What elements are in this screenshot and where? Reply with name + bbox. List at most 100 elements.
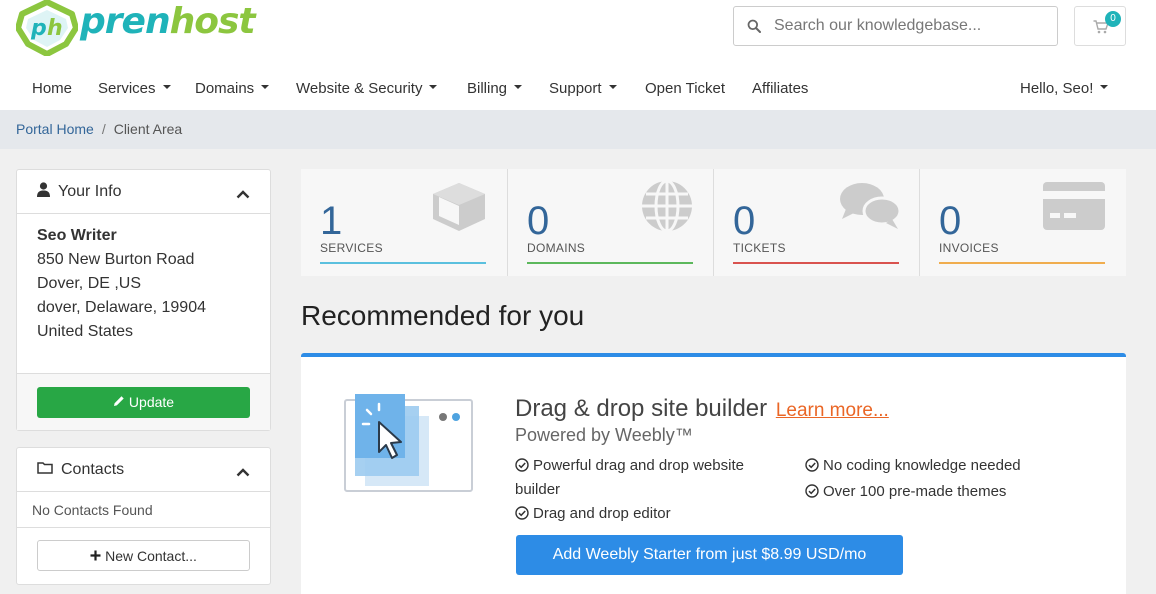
- client-name: Seo Writer: [37, 227, 117, 244]
- update-label: Update: [128, 394, 175, 410]
- product-title: Drag & drop site builder: [515, 395, 768, 422]
- your-info-panel: Your Info Seo Writer 850 New Burton Road…: [16, 169, 271, 431]
- user-menu[interactable]: Hello, Seo!: [1020, 70, 1109, 110]
- brand-name: prenhost: [80, 0, 256, 42]
- brand-logo[interactable]: p h prenhost: [15, 0, 266, 57]
- new-contact-label: New Contact...: [105, 547, 197, 564]
- feature-text: No coding knowledge needed: [823, 457, 1021, 474]
- services-count: 1: [320, 199, 343, 243]
- domains-count: 0: [527, 199, 550, 243]
- brand-name-part2: host: [169, 0, 256, 42]
- cube-icon: [431, 181, 487, 238]
- invoices-count: 0: [939, 199, 962, 243]
- address-line-2: Dover, DE ,US: [37, 275, 142, 292]
- domains-underline: [527, 262, 693, 264]
- search-input[interactable]: [774, 17, 1044, 35]
- feature-item: No coding knowledge needed: [805, 455, 1021, 479]
- nav-label: Support: [549, 80, 602, 97]
- site-header: p h prenhost 0: [0, 0, 1156, 70]
- search-icon[interactable]: [734, 7, 774, 45]
- chevron-up-icon[interactable]: [236, 464, 250, 482]
- contacts-panel: Contacts No Contacts Found New Contact..…: [16, 447, 271, 585]
- tickets-underline: [733, 262, 899, 264]
- pencil-icon: [113, 394, 125, 410]
- check-circle-icon: [515, 457, 529, 479]
- nav-home[interactable]: Home: [32, 70, 72, 110]
- svg-text:h: h: [47, 16, 63, 41]
- contacts-header[interactable]: Contacts: [17, 448, 270, 492]
- update-button[interactable]: Update: [37, 386, 250, 418]
- nav-domains[interactable]: Domains: [195, 70, 270, 110]
- tickets-count: 0: [733, 199, 756, 243]
- nav-label: Website & Security: [296, 80, 423, 97]
- services-label: SERVICES: [320, 241, 383, 255]
- your-info-body: Seo Writer 850 New Burton Road Dover, DE…: [17, 214, 270, 354]
- address-line-1: 850 New Burton Road: [37, 251, 195, 268]
- breadcrumb: Portal Home / Client Area: [0, 110, 1156, 149]
- site-builder-illustration-icon: [343, 392, 475, 499]
- nav-billing[interactable]: Billing: [467, 70, 523, 110]
- cart-count-badge: 0: [1105, 11, 1121, 27]
- add-weebly-button[interactable]: Add Weebly Starter from just $8.99 USD/m…: [516, 535, 903, 575]
- globe-icon: [640, 179, 694, 238]
- caret-down-icon: [1100, 85, 1109, 90]
- logo-badge-icon: p h: [15, 0, 79, 57]
- svg-text:p: p: [30, 16, 47, 41]
- learn-more-link[interactable]: Learn more...: [776, 400, 889, 421]
- check-circle-icon: [805, 483, 819, 505]
- caret-down-icon: [608, 85, 617, 90]
- your-info-header[interactable]: Your Info: [17, 170, 270, 214]
- nav-label: Billing: [467, 80, 508, 97]
- caret-down-icon: [261, 85, 270, 90]
- breadcrumb-home-link[interactable]: Portal Home: [16, 121, 94, 137]
- panel-title: Contacts: [61, 460, 125, 478]
- feature-item: Powerful drag and drop website builder: [515, 455, 775, 501]
- caret-down-icon: [514, 85, 523, 90]
- services-underline: [320, 262, 486, 264]
- folder-icon: [37, 461, 53, 479]
- knowledgebase-search: [733, 6, 1058, 46]
- comments-icon: [838, 181, 902, 236]
- nav-label: Services: [98, 80, 156, 97]
- main-nav: Home Services Domains Website & Security…: [0, 70, 1156, 110]
- feature-text: Powerful drag and drop website builder: [515, 457, 744, 498]
- invoices-label: INVOICES: [939, 241, 999, 255]
- feature-text: Over 100 pre-made themes: [823, 483, 1007, 500]
- brand-name-part1: pren: [80, 0, 171, 42]
- tile-tickets[interactable]: 0 TICKETS: [714, 169, 920, 276]
- your-info-footer: Update: [17, 373, 270, 430]
- panel-title: Your Info: [58, 182, 122, 200]
- caret-down-icon: [429, 85, 438, 90]
- domains-label: DOMAINS: [527, 241, 586, 255]
- user-icon: [37, 181, 50, 202]
- nav-label: Home: [32, 80, 73, 97]
- tile-services[interactable]: 1 SERVICES: [301, 169, 507, 276]
- nav-open-ticket[interactable]: Open Ticket: [645, 70, 725, 110]
- new-contact-button[interactable]: New Contact...: [37, 540, 250, 571]
- nav-services[interactable]: Services: [98, 70, 171, 110]
- nav-label: Affiliates: [752, 80, 809, 97]
- nav-affiliates[interactable]: Affiliates: [752, 70, 808, 110]
- address-line-3: dover, Delaware, 19904: [37, 299, 206, 316]
- breadcrumb-current: Client Area: [113, 121, 183, 137]
- credit-card-icon: [1042, 181, 1106, 236]
- user-greeting: Hello, Seo!: [1020, 80, 1094, 97]
- nav-label: Domains: [195, 80, 255, 97]
- plus-icon: [90, 548, 101, 564]
- tile-invoices[interactable]: 0 INVOICES: [920, 169, 1126, 276]
- feature-item: Drag and drop editor: [515, 503, 671, 527]
- check-circle-icon: [515, 505, 529, 527]
- recommended-title: Recommended for you: [301, 300, 585, 331]
- invoices-underline: [939, 262, 1105, 264]
- cart-button[interactable]: 0: [1074, 6, 1126, 46]
- product-heading: Drag & drop site builder Learn more...: [515, 395, 889, 423]
- nav-website-security[interactable]: Website & Security: [296, 70, 438, 110]
- chevron-up-icon[interactable]: [236, 186, 250, 204]
- no-contacts-text: No Contacts Found: [17, 492, 270, 528]
- nav-label: Open Ticket: [645, 80, 726, 97]
- tile-domains[interactable]: 0 DOMAINS: [508, 169, 714, 276]
- powered-by: Powered by Weebly™: [515, 425, 693, 445]
- check-circle-icon: [805, 457, 819, 479]
- contacts-footer: New Contact...: [17, 528, 270, 583]
- nav-support[interactable]: Support: [549, 70, 617, 110]
